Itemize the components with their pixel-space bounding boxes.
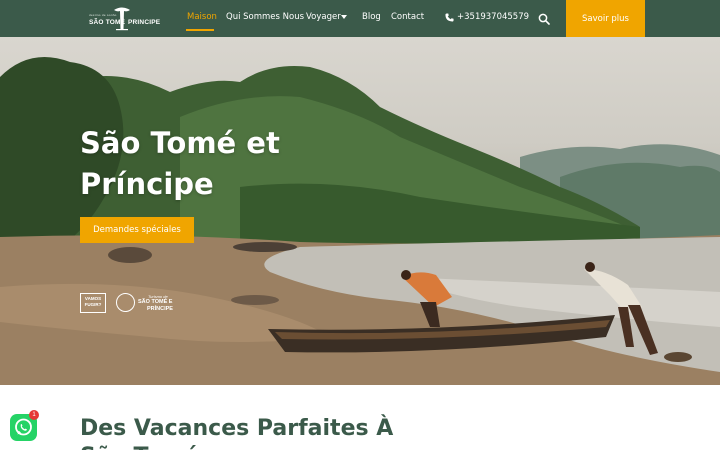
nav-item-qui-sommes-nous[interactable]: Qui Sommes Nous <box>226 12 304 22</box>
turismo-logo-line2: SÃO TOMÉ E <box>138 299 173 305</box>
baobab-tree-icon <box>114 7 130 31</box>
phone-icon[interactable] <box>445 13 454 22</box>
demandes-speciales-button[interactable]: Demandes spéciales <box>80 217 194 243</box>
turismo-logo-line3: PRÍNCIPE <box>147 306 173 312</box>
search-icon[interactable] <box>538 13 550 25</box>
chevron-down-icon[interactable] <box>341 15 347 19</box>
active-nav-indicator <box>186 29 214 31</box>
vamos-fugir-logo: VAMOS FUGIR? <box>80 293 106 313</box>
nav-item-voyager[interactable]: Voyager <box>306 12 341 22</box>
nav-item-blog[interactable]: Blog <box>362 12 381 22</box>
nav-item-contact[interactable]: Contact <box>391 12 424 22</box>
logo-word-principe: PRINCIPE <box>128 19 161 26</box>
savoir-plus-button[interactable]: Savoir plus <box>566 0 645 37</box>
notification-badge: 1 <box>29 410 39 420</box>
hero-title: São Tomé et Príncipe <box>80 126 280 201</box>
logo-word-sao-tome: SÃO TOMÉ <box>89 19 126 26</box>
turismo-stp-logo: Turismo de SÃO TOMÉ E PRÍNCIPE <box>116 293 186 313</box>
intro-heading: Des Vacances Parfaites À São Tomé <box>80 416 394 450</box>
hero-section: São Tomé et Príncipe Demandes spéciales … <box>0 37 720 385</box>
turismo-emblem-icon <box>116 293 135 312</box>
hero-background-image <box>0 57 720 385</box>
top-navbar: destino de sonho SÃO TOMÉ PRINCIPE Maiso… <box>0 0 720 37</box>
nav-item-maison[interactable]: Maison <box>187 12 217 22</box>
phone-number[interactable]: +351937045579 <box>457 12 529 22</box>
site-logo[interactable]: destino de sonho SÃO TOMÉ PRINCIPE <box>88 5 160 32</box>
